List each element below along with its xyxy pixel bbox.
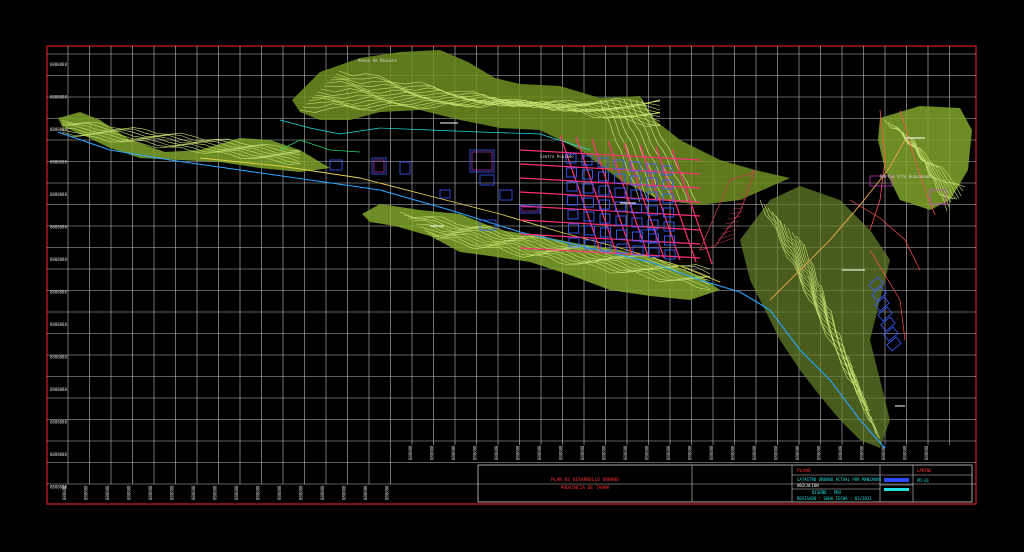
x-tick-label-lower: 888888 xyxy=(170,485,175,500)
y-tick-label: 8888888 xyxy=(50,355,67,360)
x-tick-label-upper: 888888 xyxy=(623,445,628,460)
x-tick-label-lower: 888888 xyxy=(342,485,347,500)
y-tick-label: 8888888 xyxy=(50,62,67,67)
y-tick-label: 8888888 xyxy=(50,387,67,392)
north-hill-label: Anexo de Paucara xyxy=(358,58,397,63)
x-tick-label-upper: 888888 xyxy=(580,445,585,460)
x-tick-label-upper: 888888 xyxy=(537,445,542,460)
x-tick-label-upper: 888888 xyxy=(860,445,865,460)
y-tick-label: 8888888 xyxy=(50,192,67,197)
x-tick-label-upper: 888888 xyxy=(516,445,521,460)
x-tick-label-lower: 888888 xyxy=(213,485,218,500)
x-tick-label-lower: 888888 xyxy=(62,485,67,500)
sheet-number: PD-01 xyxy=(917,478,930,483)
x-tick-label-upper: 888888 xyxy=(817,445,822,460)
x-tick-label-upper: 888888 xyxy=(731,445,736,460)
x-tick-label-lower: 888888 xyxy=(277,485,282,500)
location-label: UBICACION xyxy=(797,483,819,488)
y-tick-label: 8888888 xyxy=(50,225,67,230)
x-tick-label-upper: 888888 xyxy=(924,445,929,460)
x-tick-label-lower: 888888 xyxy=(385,485,390,500)
x-tick-label-upper: 888888 xyxy=(430,445,435,460)
x-tick-label-upper: 888888 xyxy=(559,445,564,460)
x-tick-label-lower: 888888 xyxy=(127,485,132,500)
x-tick-label-upper: 888888 xyxy=(602,445,607,460)
x-tick-label-lower: 888888 xyxy=(84,485,89,500)
x-tick-label-lower: 888888 xyxy=(234,485,239,500)
x-tick-label-upper: 888888 xyxy=(752,445,757,460)
x-tick-label-lower: 888888 xyxy=(363,485,368,500)
x-tick-label-upper: 888888 xyxy=(881,445,886,460)
x-tick-label-upper: 888888 xyxy=(645,445,650,460)
review-date-line: REVISADO : SAHA FECHA : 03/2021 xyxy=(797,496,872,501)
x-tick-label-upper: 888888 xyxy=(688,445,693,460)
x-tick-label-upper: 888888 xyxy=(903,445,908,460)
x-tick-label-upper: 888888 xyxy=(451,445,456,460)
project-subtitle: PROVINCIA DE TARMA xyxy=(561,485,610,491)
cad-drawing-canvas: 8888888888888888888888888888888888888888… xyxy=(0,0,1024,552)
town-center-label: Centro Poblado xyxy=(540,154,574,159)
x-tick-label-upper: 888888 xyxy=(408,445,413,460)
x-tick-label-upper: 888888 xyxy=(774,445,779,460)
x-tick-label-upper: 888888 xyxy=(709,445,714,460)
y-tick-label: 8888888 xyxy=(50,290,67,295)
designer-line: DISEÑO : PDU xyxy=(812,490,841,495)
legend-swatch-blue xyxy=(884,478,909,482)
x-tick-label-upper: 888888 xyxy=(494,445,499,460)
x-tick-label-lower: 888888 xyxy=(320,485,325,500)
sheet-code-label: LAMINA xyxy=(917,468,932,473)
east-barrio-label: Barrio Alto Huasahuasi xyxy=(880,174,934,179)
x-tick-label-upper: 888888 xyxy=(666,445,671,460)
x-tick-label-lower: 888888 xyxy=(105,485,110,500)
y-tick-label: 8888888 xyxy=(50,127,67,132)
project-title: PLAN DE DESARROLLO URBANO xyxy=(551,477,619,483)
x-tick-label-upper: 888888 xyxy=(795,445,800,460)
sheet-title: CATASTRO URBANO ACTUAL POR MANZANAS xyxy=(797,477,882,482)
y-tick-label: 8888888 xyxy=(50,322,67,327)
x-tick-label-lower: 888888 xyxy=(256,485,261,500)
x-tick-label-lower: 888888 xyxy=(148,485,153,500)
y-tick-label: 8888888 xyxy=(50,257,67,262)
y-tick-label: 8888888 xyxy=(50,452,67,457)
x-tick-label-upper: 888888 xyxy=(838,445,843,460)
y-tick-label: 8888888 xyxy=(50,160,67,165)
y-tick-label: 8888888 xyxy=(50,420,67,425)
sheet-label: PLANO xyxy=(797,468,811,474)
x-tick-label-lower: 888888 xyxy=(191,485,196,500)
legend-swatch-cyan xyxy=(884,488,909,491)
x-tick-label-upper: 888888 xyxy=(473,445,478,460)
x-tick-label-lower: 888888 xyxy=(299,485,304,500)
y-tick-label: 8888888 xyxy=(50,95,67,100)
